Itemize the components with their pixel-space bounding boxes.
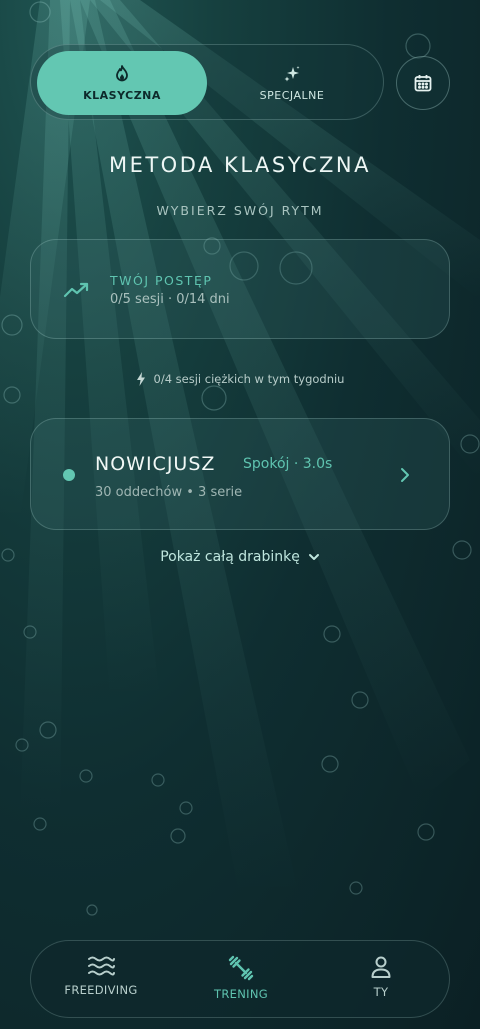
calendar-icon xyxy=(414,75,432,92)
calendar-button[interactable] xyxy=(396,56,450,110)
show-ladder-label: Pokaż całą drabinkę xyxy=(160,549,300,565)
level-indicator-dot xyxy=(63,469,75,481)
tab-specjalne[interactable]: SPECJALNE xyxy=(207,51,377,115)
progress-card: TWÓJ POSTĘP 0/5 sesji · 0/14 dni xyxy=(30,239,450,339)
page-title: METODA KLASYCZNA xyxy=(108,153,372,177)
sparkles-icon xyxy=(284,65,300,81)
tab-label: KLASYCZNA xyxy=(83,88,161,102)
progress-value: 0/5 sesji · 0/14 dni xyxy=(110,292,230,307)
nav-trening[interactable]: TRENING xyxy=(181,955,301,1001)
user-icon xyxy=(371,956,391,978)
nav-ty[interactable]: TY xyxy=(321,955,441,999)
nav-label: FREEDIVING xyxy=(64,983,138,997)
trend-up-icon xyxy=(63,282,89,298)
nav-freediving[interactable]: FREEDIVING xyxy=(41,955,161,997)
show-ladder-button[interactable]: Pokaż całą drabinkę xyxy=(0,549,480,565)
nav-label: TY xyxy=(373,985,389,999)
mode-toggle: KLASYCZNA SPECJALNE xyxy=(30,44,384,120)
dumbbell-icon xyxy=(228,955,254,981)
tab-klasyczna[interactable]: KLASYCZNA xyxy=(37,51,207,115)
lightning-icon xyxy=(136,372,145,386)
chevron-right-icon xyxy=(401,468,409,482)
level-detail: 30 oddechów • 3 serie xyxy=(95,485,243,500)
tab-label: SPECJALNE xyxy=(259,88,325,102)
bottom-navigation: FREEDIVING TRENING TY xyxy=(30,940,450,1018)
weekly-hard-sessions-note: 0/4 sesji ciężkich w tym tygodniu xyxy=(0,372,480,386)
nav-label: TRENING xyxy=(214,987,268,1001)
level-name: NOWICJUSZ xyxy=(95,453,216,475)
flame-icon xyxy=(116,64,128,81)
chevron-down-icon xyxy=(308,554,319,560)
progress-label: TWÓJ POSTĘP xyxy=(110,273,213,288)
weekly-note-text: 0/4 sesji ciężkich w tym tygodniu xyxy=(153,372,345,386)
level-card-nowicjusz[interactable]: NOWICJUSZ Spokój · 3.0s 30 oddechów • 3 … xyxy=(30,418,450,530)
page-subtitle: WYBIERZ SWÓJ RYTM xyxy=(156,203,324,218)
level-tag: Spokój · 3.0s xyxy=(243,456,333,472)
waves-icon xyxy=(88,956,115,976)
